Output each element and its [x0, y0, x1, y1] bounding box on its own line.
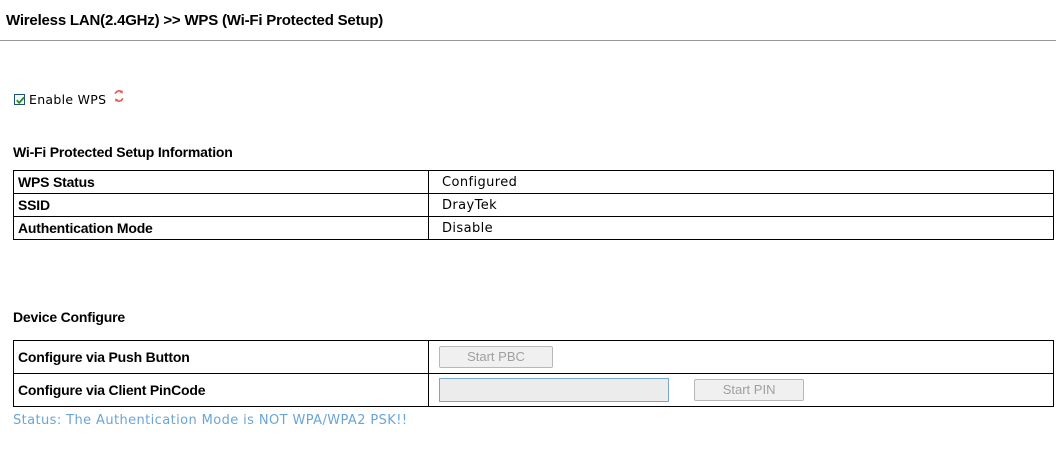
start-pin-button[interactable]: Start PIN — [694, 379, 805, 401]
table-row: SSID DrayTek — [13, 193, 1054, 217]
start-pbc-button[interactable]: Start PBC — [439, 346, 553, 368]
wps-status-label: WPS Status — [13, 170, 429, 194]
auth-mode-label: Authentication Mode — [13, 216, 429, 240]
table-row: Authentication Mode Disable — [13, 216, 1054, 240]
status-message: Status: The Authentication Mode is NOT W… — [13, 413, 408, 428]
table-row: Configure via Client PinCode Start PIN — [13, 373, 1054, 407]
checkmark-icon — [16, 96, 25, 105]
enable-wps-label[interactable]: Enable WPS — [29, 92, 106, 107]
auth-mode-value: Disable — [428, 216, 1054, 240]
push-button-controls: Start PBC — [428, 340, 1054, 374]
wps-info-heading: Wi-Fi Protected Setup Information — [13, 144, 233, 160]
device-configure-table: Configure via Push Button Start PBC Conf… — [13, 340, 1054, 407]
page-title: Wireless LAN(2.4GHz) >> WPS (Wi-Fi Prote… — [6, 12, 384, 29]
wps-info-table: WPS Status Configured SSID DrayTek Authe… — [13, 170, 1054, 240]
enable-wps-checkbox[interactable] — [14, 94, 25, 105]
table-row: Configure via Push Button Start PBC — [13, 340, 1054, 374]
pincode-input[interactable] — [439, 378, 669, 402]
device-configure-heading: Device Configure — [13, 309, 125, 325]
refresh-icon[interactable] — [112, 89, 126, 103]
push-button-label: Configure via Push Button — [13, 340, 429, 374]
title-divider — [0, 40, 1056, 41]
client-pincode-controls: Start PIN — [428, 373, 1054, 407]
table-row: WPS Status Configured — [13, 170, 1054, 194]
enable-wps-row: Enable WPS — [14, 89, 126, 108]
ssid-value: DrayTek — [428, 193, 1054, 217]
ssid-label: SSID — [13, 193, 429, 217]
wps-status-value: Configured — [428, 170, 1054, 194]
client-pincode-label: Configure via Client PinCode — [13, 373, 429, 407]
